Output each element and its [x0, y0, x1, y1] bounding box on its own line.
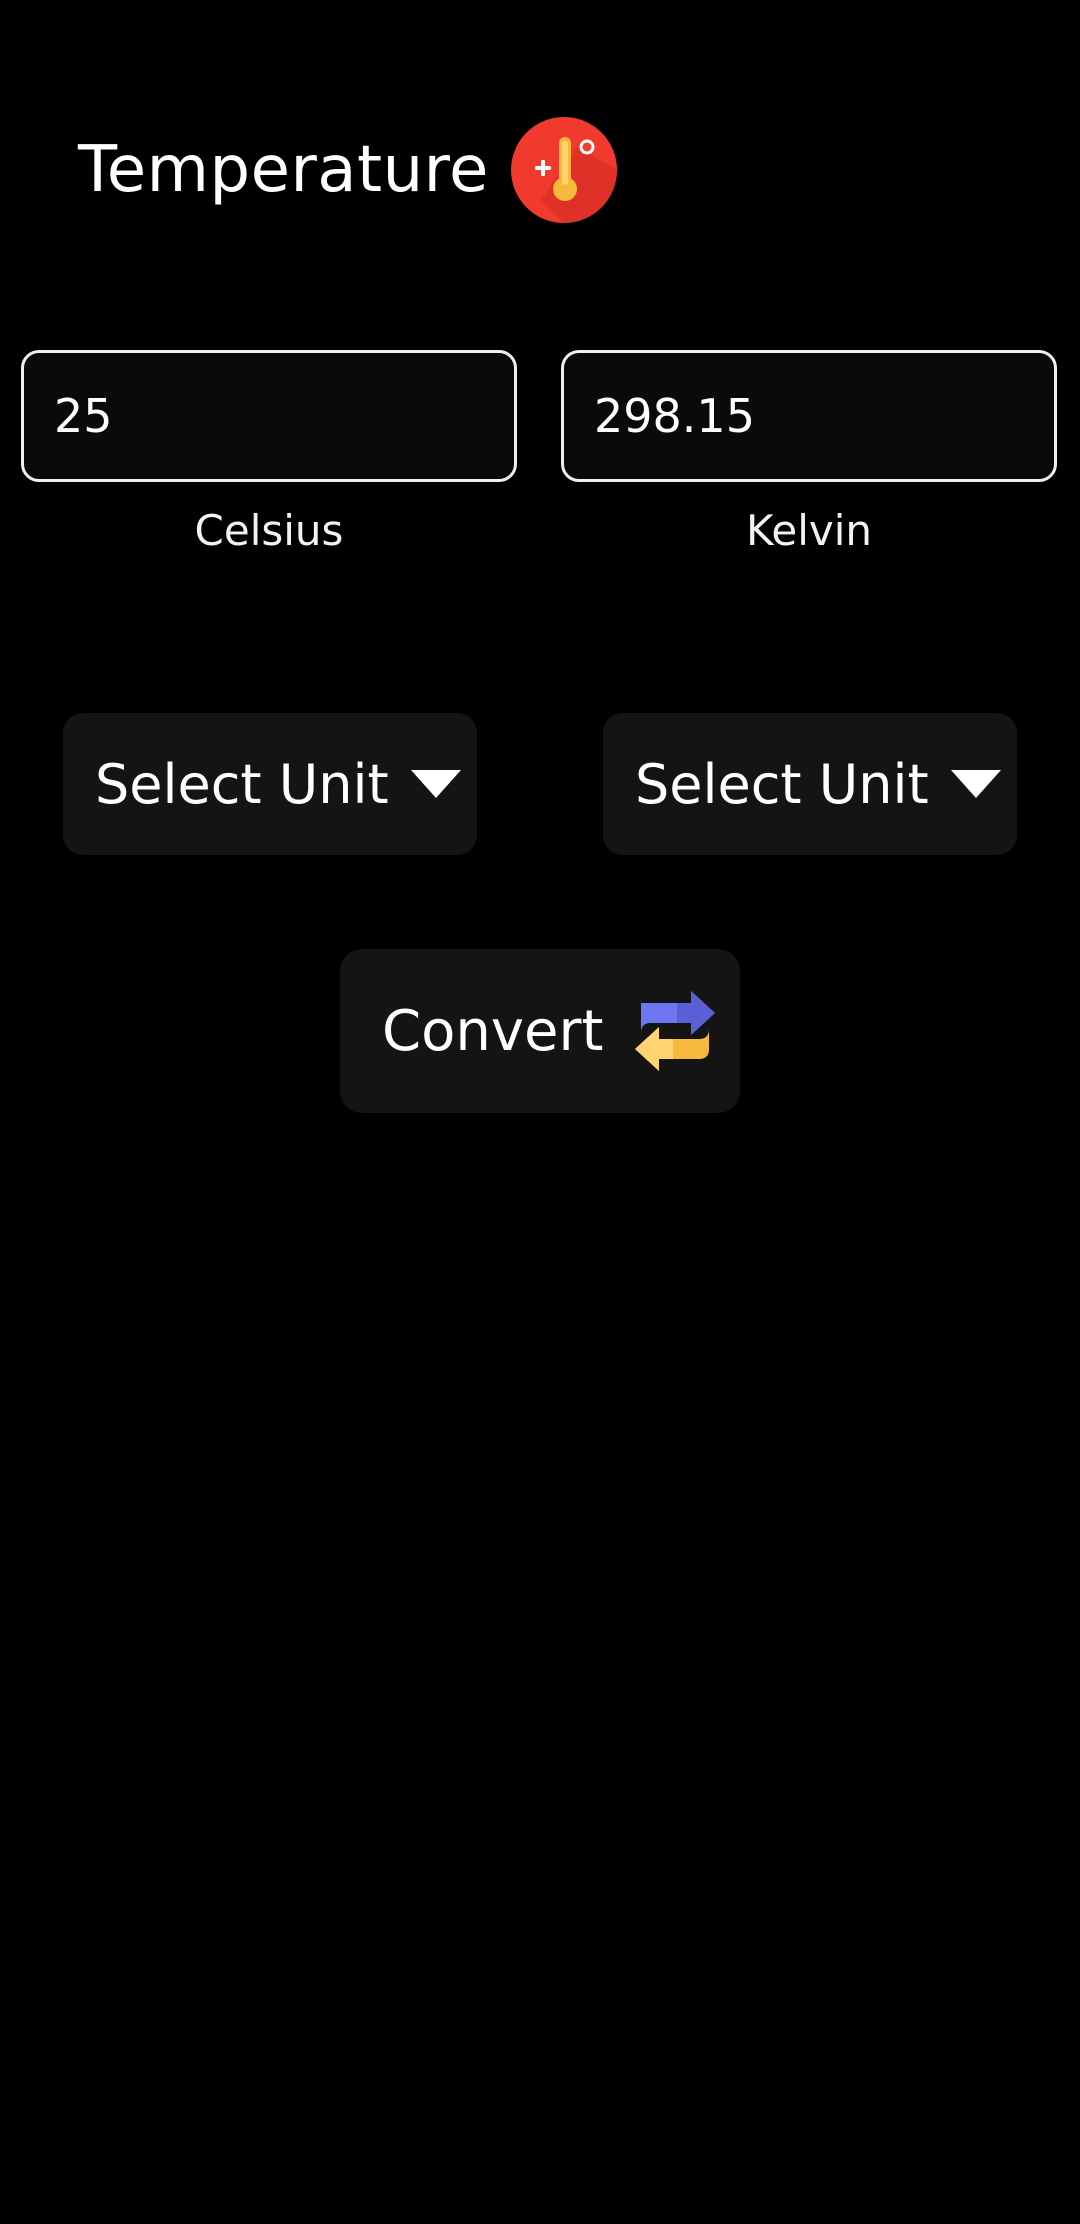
- convert-button-label: Convert: [382, 998, 604, 1064]
- swap-arrows-icon: [635, 991, 716, 1071]
- from-unit-dropdown[interactable]: Select Unit: [63, 713, 477, 855]
- thermometer-icon: [510, 117, 617, 223]
- caret-down-icon: [410, 770, 461, 798]
- celsius-input[interactable]: [24, 389, 514, 443]
- header: Temperature: [78, 116, 617, 224]
- celsius-label: Celsius: [194, 506, 344, 555]
- celsius-value-field[interactable]: [21, 350, 517, 482]
- kelvin-label: Kelvin: [745, 506, 873, 555]
- to-unit-dropdown-label: Select Unit: [635, 752, 929, 816]
- kelvin-value-field[interactable]: [561, 350, 1057, 482]
- page-title: Temperature: [78, 133, 489, 207]
- convert-button[interactable]: Convert: [340, 949, 740, 1113]
- caret-down-icon: [950, 770, 1001, 798]
- kelvin-input[interactable]: [564, 389, 1054, 443]
- from-unit-dropdown-label: Select Unit: [95, 752, 389, 816]
- to-unit-dropdown[interactable]: Select Unit: [603, 713, 1017, 855]
